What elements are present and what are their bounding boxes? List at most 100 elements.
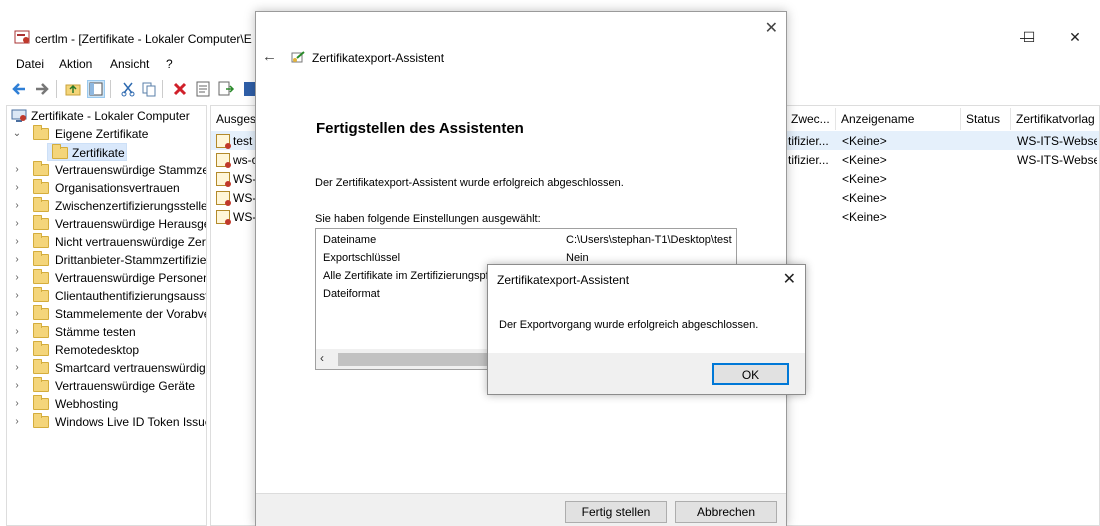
tree-item-label: Webhosting: [55, 397, 119, 411]
chevron-right-icon[interactable]: ›: [11, 233, 23, 251]
menu-aktion[interactable]: Aktion: [59, 57, 92, 71]
show-hide-tree-icon[interactable]: [87, 80, 105, 98]
scrollbar-thumb[interactable]: [338, 353, 488, 366]
tree-item-label: Vertrauenswürdige Herausgeb: [55, 217, 207, 231]
cell-name[interactable]: test: [233, 134, 255, 148]
chevron-right-icon[interactable]: ›: [11, 179, 23, 197]
chevron-right-icon[interactable]: ›: [11, 341, 23, 359]
wizard-settings-label: Sie haben folgende Einstellungen ausgewä…: [315, 213, 541, 225]
folder-icon: [33, 125, 49, 140]
wizard-completion-text: Der Zertifikatexport-Assistent wurde erf…: [315, 177, 624, 189]
chevron-right-icon[interactable]: ›: [11, 359, 23, 377]
tree-item-label: Zertifikate: [72, 146, 125, 160]
folder-icon: [33, 287, 49, 302]
cell-template: WS-ITS-Webse: [1017, 134, 1097, 148]
folder-icon: [33, 269, 49, 284]
chevron-down-icon[interactable]: ⌄: [11, 125, 23, 143]
cell-name[interactable]: WS-: [233, 172, 255, 186]
console-tree: Zertifikate - Lokaler Computer ⌄ Eigene …: [6, 105, 207, 526]
tree-item-label: Eigene Zertifikate: [55, 127, 149, 141]
folder-icon: [33, 161, 49, 176]
chevron-right-icon[interactable]: ›: [11, 305, 23, 323]
delete-icon[interactable]: [171, 80, 189, 98]
tree-item-label: Drittanbieter-Stammzertifizie: [55, 253, 207, 267]
chevron-right-icon[interactable]: ›: [11, 215, 23, 233]
tree-root-label: Zertifikate - Lokaler Computer: [31, 109, 190, 123]
wizard-back-arrow-icon[interactable]: ←: [262, 48, 277, 65]
cell-template: WS-ITS-Webse: [1017, 153, 1097, 167]
certificate-icon: [216, 191, 231, 206]
menu-datei[interactable]: Datei: [16, 57, 44, 71]
success-message-dialog: Zertifikatexport-Assistent ✕ Der Exportv…: [487, 264, 806, 395]
folder-icon: [33, 395, 49, 410]
wizard-heading: Fertigstellen des Assistenten: [316, 120, 524, 137]
folder-icon: [33, 359, 49, 374]
cell-display: <Keine>: [842, 210, 887, 224]
back-arrow-icon[interactable]: [10, 80, 28, 98]
chevron-right-icon[interactable]: ›: [11, 377, 23, 395]
cell-name[interactable]: WS-: [233, 210, 255, 224]
tree-item-label: Stämme testen: [55, 325, 136, 339]
toolbar-separator: [56, 80, 57, 98]
setting-value: Nein: [566, 252, 589, 264]
ok-button[interactable]: OK: [712, 363, 789, 385]
certlm-app-icon: [14, 29, 30, 45]
tree-item-label: Zwischenzertifizierungsstellen: [55, 199, 207, 213]
chevron-right-icon[interactable]: ›: [11, 323, 23, 341]
cell-display: <Keine>: [842, 191, 887, 205]
column-header-status[interactable]: Status: [961, 108, 1011, 130]
chevron-right-icon[interactable]: ›: [11, 269, 23, 287]
tree-item-label: Windows Live ID Token Issuer: [55, 415, 207, 429]
menu-help[interactable]: ?: [166, 57, 173, 71]
copy-icon[interactable]: [140, 80, 158, 98]
column-header-vorlage[interactable]: Zertifikatvorlag: [1011, 108, 1100, 130]
menu-ansicht[interactable]: Ansicht: [110, 57, 149, 71]
certificate-icon: [216, 172, 231, 187]
folder-icon: [33, 341, 49, 356]
cell-display: <Keine>: [842, 153, 887, 167]
certificate-icon: [216, 210, 231, 225]
wizard-footer: Fertig stellen Abbrechen: [256, 493, 786, 526]
forward-arrow-icon[interactable]: [33, 80, 51, 98]
chevron-right-icon[interactable]: ›: [11, 197, 23, 215]
message-close-icon[interactable]: ✕: [783, 269, 796, 289]
cell-name[interactable]: WS-: [233, 191, 255, 205]
cell-display: <Keine>: [842, 172, 887, 186]
maximize-icon[interactable]: ☐: [1006, 26, 1052, 48]
export-list-icon[interactable]: [217, 80, 235, 98]
properties-icon[interactable]: [194, 80, 212, 98]
setting-key: Dateiformat: [323, 288, 380, 300]
tree-item-label: Vertrauenswürdige Geräte: [55, 379, 196, 393]
message-footer: OK: [488, 353, 805, 394]
certificate-icon: [216, 134, 231, 149]
scroll-left-icon[interactable]: ‹: [320, 351, 324, 365]
message-dialog-title: Zertifikatexport-Assistent: [497, 273, 630, 287]
close-button[interactable]: ✕: [1052, 26, 1098, 48]
chevron-right-icon[interactable]: ›: [11, 161, 23, 179]
toolbar-separator: [110, 80, 111, 98]
setting-key: Dateiname: [323, 234, 377, 246]
chevron-right-icon[interactable]: ›: [11, 287, 23, 305]
tree-item-label: Smartcard vertrauenswürdige: [55, 361, 207, 375]
chevron-right-icon[interactable]: ›: [11, 251, 23, 269]
cell-purpose: tifizier...: [788, 134, 829, 148]
up-folder-icon[interactable]: [64, 80, 82, 98]
cut-icon[interactable]: [119, 80, 137, 98]
column-header-anzeigename[interactable]: Anzeigename: [836, 108, 961, 130]
chevron-right-icon[interactable]: ›: [11, 395, 23, 413]
finish-button[interactable]: Fertig stellen: [565, 501, 667, 523]
cell-purpose: tifizier...: [788, 153, 829, 167]
wizard-close-icon[interactable]: ✕: [765, 18, 778, 38]
cancel-button[interactable]: Abbrechen: [675, 501, 777, 523]
column-header-zweck[interactable]: Zwec...: [786, 108, 836, 130]
tree-item-label: Nicht vertrauenswürdige Zerti: [55, 235, 207, 249]
setting-value: C:\Users\stephan-T1\Desktop\test: [566, 234, 732, 246]
toolbar-separator: [162, 80, 163, 98]
tree-item-zertifikate[interactable]: Zertifikate: [47, 143, 127, 161]
setting-key: Alle Zertifikate im Zertifizierungspfa: [323, 270, 495, 282]
cell-display: <Keine>: [842, 134, 887, 148]
chevron-right-icon[interactable]: ›: [11, 413, 23, 431]
tree-item-label: Stammelemente der Vorabve: [55, 307, 207, 321]
cell-name[interactable]: ws-c: [233, 153, 255, 167]
folder-icon: [33, 179, 49, 194]
